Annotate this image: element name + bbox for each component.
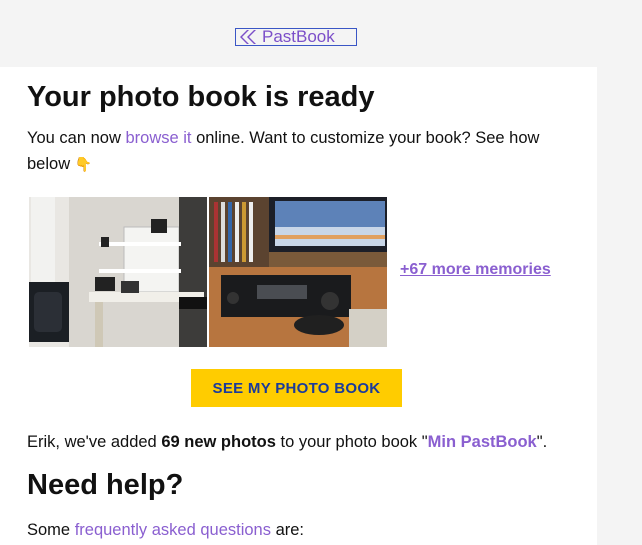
faq-text: Some frequently asked questions are: [27, 519, 304, 541]
desk-photo-image [29, 197, 207, 347]
book-name-link[interactable]: Min PastBook [428, 433, 537, 451]
logo-text: PastBook [262, 27, 335, 46]
intro-text: You can now browse it online. Want to cu… [27, 125, 577, 177]
radio-photo-image [209, 197, 387, 347]
help-heading: Need help? [27, 469, 184, 501]
see-my-photo-book-button[interactable]: SEE MY PHOTO BOOK [191, 369, 402, 407]
intro-before: You can now [27, 129, 126, 147]
added-photos-text: Erik, we've added 69 new photos to your … [27, 431, 547, 453]
email-header: PastBook [0, 0, 642, 67]
intro-after: online. Want to customize your book? See… [191, 129, 540, 147]
pastbook-logo-icon [240, 30, 256, 44]
faq-prefix: Some [27, 521, 75, 539]
photo-thumbnail-1[interactable] [29, 197, 207, 347]
more-memories-link[interactable]: +67 more memories [400, 261, 551, 279]
page-title: Your photo book is ready [27, 81, 375, 113]
email-card: Your photo book is ready You can now bro… [0, 67, 597, 545]
photo-thumbnail-2[interactable] [209, 197, 387, 347]
added-middle: to your photo book " [275, 433, 428, 451]
faq-link[interactable]: frequently asked questions [75, 521, 271, 539]
added-suffix: ". [536, 433, 548, 451]
new-photos-count: 69 new photos [161, 433, 276, 451]
intro-below: below [27, 155, 75, 173]
faq-suffix: are: [270, 521, 305, 539]
pointing-down-icon: 👇 [74, 156, 93, 172]
pastbook-logo[interactable]: PastBook [235, 28, 357, 46]
added-prefix: Erik, we've added [27, 433, 162, 451]
browse-link[interactable]: browse it [125, 129, 191, 147]
right-gutter [597, 67, 642, 545]
